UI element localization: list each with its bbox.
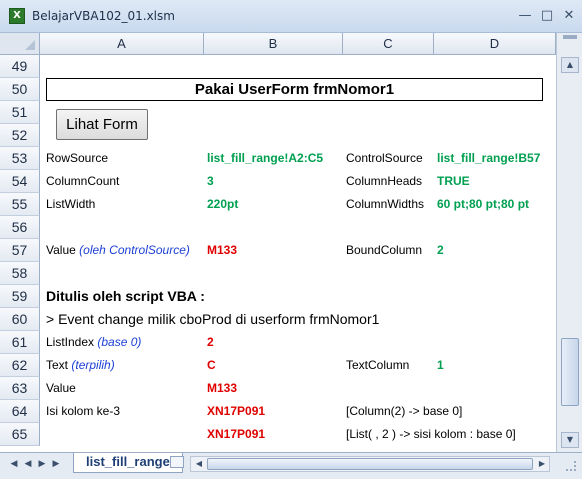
label-controlsource[interactable]: ControlSource: [346, 147, 423, 170]
row-header[interactable]: 54: [0, 170, 40, 193]
row-header[interactable]: 59: [0, 285, 40, 308]
label-listindex: ListIndex: [46, 335, 95, 349]
title-bar: X BelajarVBA102_01.xlsm — □ ✕: [0, 0, 582, 33]
row-header[interactable]: 55: [0, 193, 40, 216]
note-oleh-controlsource: (oleh ControlSource): [79, 243, 190, 257]
value-columnheads[interactable]: TRUE: [437, 170, 470, 193]
row-header[interactable]: 53: [0, 147, 40, 170]
label-columncount[interactable]: ColumnCount: [46, 170, 119, 193]
row-header[interactable]: 61: [0, 331, 40, 354]
column-header-d[interactable]: D: [434, 33, 556, 55]
label-listwidth[interactable]: ListWidth: [46, 193, 95, 216]
event-description[interactable]: > Event change milik cboProd di userform…: [46, 308, 379, 331]
close-icon[interactable]: ✕: [559, 6, 579, 26]
select-all-corner[interactable]: [0, 33, 40, 55]
row-header[interactable]: 63: [0, 377, 40, 400]
value-value-script[interactable]: M133: [207, 377, 237, 400]
window-title: BelajarVBA102_01.xlsm: [32, 9, 175, 23]
row-header[interactable]: 49: [0, 55, 40, 78]
value-listwidth[interactable]: 220pt: [207, 193, 238, 216]
row-header[interactable]: 65: [0, 423, 40, 446]
horizontal-scrollbar[interactable]: ◀ ▶: [190, 456, 550, 472]
value-boundcolumn[interactable]: 2: [437, 239, 444, 262]
note-column-2[interactable]: [Column(2) -> base 0]: [346, 400, 462, 423]
split-handle[interactable]: [563, 35, 577, 39]
sheet-tab-list-fill-range[interactable]: list_fill_range: [73, 453, 183, 473]
sheet-tab-bar: ◀ ◀ ▶ ▶ list_fill_range ◀ ▶: [0, 452, 582, 479]
next-sheet-icon[interactable]: ▶: [36, 459, 48, 469]
value-columnwidths[interactable]: 60 pt;80 pt;80 pt: [437, 193, 556, 216]
label-text-cell[interactable]: Text (terpilih): [46, 354, 115, 377]
label-isi-kolom[interactable]: Isi kolom ke-3: [46, 400, 120, 423]
first-sheet-icon[interactable]: ◀: [8, 459, 20, 469]
row-header[interactable]: 56: [0, 216, 40, 239]
row-header[interactable]: 58: [0, 262, 40, 285]
label-columnheads[interactable]: ColumnHeads: [346, 170, 422, 193]
insert-sheet-icon[interactable]: [170, 456, 184, 468]
label-value: Value: [46, 243, 76, 257]
scroll-thumb[interactable]: [561, 338, 579, 406]
label-columnwidths[interactable]: ColumnWidths: [346, 193, 424, 216]
note-base-0: (base 0): [97, 335, 142, 349]
value-listindex[interactable]: 2: [207, 331, 214, 354]
label-text: Text: [46, 358, 69, 372]
value-column-2[interactable]: XN17P091: [207, 400, 265, 423]
label-listindex-cell[interactable]: ListIndex (base 0): [46, 331, 141, 354]
h-scroll-thumb[interactable]: [207, 458, 533, 470]
resize-grip-icon[interactable]: [566, 461, 576, 471]
label-value-script[interactable]: Value: [46, 377, 76, 400]
value-controlsource[interactable]: list_fill_range!B57: [437, 147, 556, 170]
sheet-title: Pakai UserForm frmNomor1: [46, 78, 543, 101]
value-rowsource[interactable]: list_fill_range!A2:C5: [207, 147, 323, 170]
heading-vba-script[interactable]: Ditulis oleh script VBA :: [46, 285, 205, 308]
note-terpilih: (terpilih): [71, 358, 115, 372]
lihat-form-button[interactable]: Lihat Form: [56, 109, 148, 140]
value-m133[interactable]: M133: [207, 239, 237, 262]
column-header-a[interactable]: A: [40, 33, 204, 55]
row-header[interactable]: 64: [0, 400, 40, 423]
note-list-2[interactable]: [List( , 2 ) -> sisi kolom : base 0]: [346, 423, 516, 446]
last-sheet-icon[interactable]: ▶: [50, 459, 62, 469]
scroll-up-icon[interactable]: ▲: [561, 57, 579, 73]
row-header[interactable]: 57: [0, 239, 40, 262]
scroll-down-icon[interactable]: ▼: [561, 432, 579, 448]
label-textcolumn[interactable]: TextColumn: [346, 354, 409, 377]
label-value-controlsource[interactable]: Value (oleh ControlSource): [46, 239, 190, 262]
minimize-icon[interactable]: —: [515, 6, 535, 26]
row-header[interactable]: 51: [0, 101, 40, 124]
scroll-left-icon[interactable]: ◀: [192, 458, 206, 470]
value-textcolumn[interactable]: 1: [437, 354, 444, 377]
value-text[interactable]: C: [207, 354, 216, 377]
row-header[interactable]: 62: [0, 354, 40, 377]
value-columncount[interactable]: 3: [207, 170, 214, 193]
column-header-c[interactable]: C: [343, 33, 434, 55]
label-rowsource[interactable]: RowSource: [46, 147, 108, 170]
row-header[interactable]: 60: [0, 308, 40, 331]
row-header[interactable]: 52: [0, 124, 40, 147]
scroll-right-icon[interactable]: ▶: [535, 458, 549, 470]
excel-icon: X: [9, 8, 25, 24]
row-header[interactable]: 50: [0, 78, 40, 101]
label-boundcolumn[interactable]: BoundColumn: [346, 239, 422, 262]
vertical-scrollbar[interactable]: ▲ ▼: [556, 33, 582, 452]
maximize-icon[interactable]: □: [537, 6, 557, 26]
value-list-2[interactable]: XN17P091: [207, 423, 265, 446]
prev-sheet-icon[interactable]: ◀: [22, 459, 34, 469]
column-header-b[interactable]: B: [204, 33, 343, 55]
